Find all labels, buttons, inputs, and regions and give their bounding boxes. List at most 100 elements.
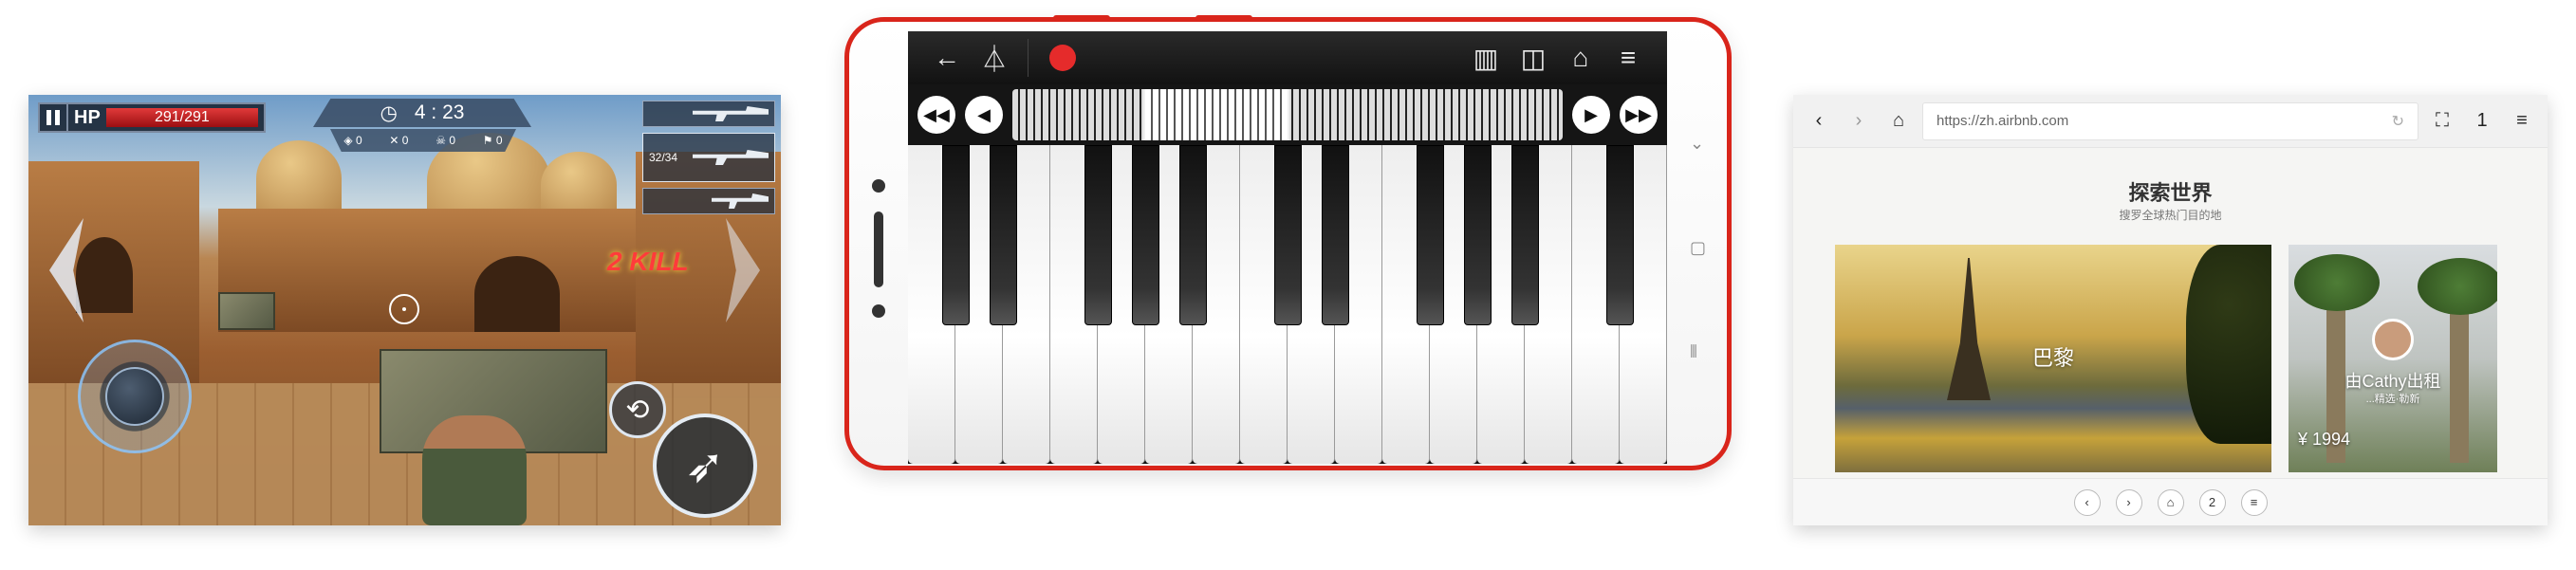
smg-icon	[712, 193, 769, 209]
match-timer: ◷ 4 : 23	[313, 99, 531, 127]
scroll-left-button[interactable]: ◀	[965, 96, 1003, 134]
browser-bottom-bar: ‹ › ⌂ 2 ≡	[1793, 478, 2548, 525]
browser-toolbar: ‹ › ⌂ https://zh.airbnb.com ↻ ⛶ 1 ≡	[1793, 95, 2548, 148]
page-title: 探索世界	[2128, 181, 2213, 205]
skull-icon: ☠ 0	[436, 134, 456, 147]
gem-icon: ◈ 0	[343, 134, 362, 147]
movement-joystick[interactable]	[78, 340, 192, 453]
black-key[interactable]	[1084, 145, 1112, 325]
stat-value: 0	[355, 134, 362, 147]
fire-button[interactable]: ➶	[653, 414, 757, 518]
black-key[interactable]	[1463, 145, 1492, 325]
page-subtitle: 搜罗全球热门目的地	[2119, 209, 2222, 222]
screenshot-stage: HP 291/291 ◷ 4 : 23 ◈ 0 ✕ 0 ☠ 0 ⚑ 0 32/3…	[0, 0, 2576, 570]
back-arrow-icon[interactable]: ‹	[1803, 110, 1835, 132]
hp-value: 291/291	[154, 109, 210, 125]
score-stats: ◈ 0 ✕ 0 ☠ 0 ⚑ 0	[330, 129, 516, 152]
eiffel-tower-image	[1947, 258, 1991, 400]
bottom-tabs-button[interactable]: 2	[2198, 488, 2226, 516]
archway	[76, 237, 133, 313]
timer-value: 4 : 23	[414, 101, 465, 123]
stat-value: 0	[495, 134, 503, 147]
bottom-home-button[interactable]: ⌂	[2157, 488, 2184, 516]
mosque-dome	[256, 140, 342, 216]
black-key[interactable]	[989, 145, 1017, 325]
piano-keyboard	[908, 145, 1667, 464]
scroll-right-button[interactable]: ▶	[1572, 96, 1610, 134]
piano-toolbar: ← ⏃ ▥ ◫ ⌂ ≡	[908, 31, 1667, 84]
black-key[interactable]	[1605, 145, 1634, 325]
nav-hide-icon[interactable]: ⌄	[1690, 134, 1704, 154]
sensor-icon	[872, 304, 885, 318]
black-key[interactable]	[1321, 145, 1349, 325]
black-key[interactable]	[1273, 145, 1302, 325]
joystick-knob[interactable]	[105, 367, 164, 426]
listing-card[interactable]: 由Cathy出租 ...精选·勒新 ¥ 1994	[2289, 245, 2497, 472]
black-key[interactable]	[1510, 145, 1539, 325]
flag-icon: ⚑ 0	[482, 134, 503, 147]
black-key[interactable]	[1178, 145, 1207, 325]
palm-leaves	[2294, 254, 2380, 311]
bottom-back-button[interactable]: ‹	[2073, 488, 2101, 516]
hp-label: HP	[74, 106, 101, 128]
phone-frame: ⌄ ▢ ⦀ ← ⏃ ▥ ◫ ⌂ ≡ ◀◀ ◀ ▶ ▶▶	[844, 15, 1732, 470]
url-text: https://zh.airbnb.com	[1937, 113, 2069, 129]
weapon-slot-1[interactable]	[642, 101, 775, 127]
ammo-count: 32/34	[649, 151, 678, 164]
address-bar[interactable]: https://zh.airbnb.com ↻	[1922, 101, 2418, 140]
host-avatar	[2372, 319, 2414, 360]
back-arrow-icon[interactable]: ←	[923, 43, 971, 73]
qr-scan-icon[interactable]: ⛶	[2426, 110, 2458, 132]
host-name: 由Cathy出租	[2344, 372, 2441, 391]
pause-icon	[55, 110, 60, 125]
palm-leaves	[2418, 258, 2497, 315]
weapon-slot-active[interactable]: 32/34	[642, 133, 775, 182]
game-screen: HP 291/291 ◷ 4 : 23 ◈ 0 ✕ 0 ☠ 0 ⚑ 0 32/3…	[28, 95, 781, 525]
building-wall	[218, 209, 636, 332]
listing-subtitle: ...精选·勒新	[2365, 394, 2420, 405]
metronome-icon[interactable]: ⏃	[971, 39, 1018, 77]
reload-icon[interactable]: ↻	[2392, 112, 2404, 131]
weapon-slot-3[interactable]	[642, 188, 775, 214]
clock-icon: ◷	[380, 101, 398, 124]
nav-home-icon[interactable]: ▢	[1690, 238, 1706, 258]
toolbar-divider	[1028, 39, 1029, 77]
bottom-forward-button[interactable]: ›	[2115, 488, 2142, 516]
keyboard-icon[interactable]: ▥	[1462, 43, 1510, 74]
archway	[474, 256, 560, 332]
black-key[interactable]	[1131, 145, 1159, 325]
menu-icon[interactable]: ≡	[2506, 110, 2538, 132]
split-keys-icon[interactable]: ◫	[1510, 43, 1557, 74]
home-icon[interactable]: ⌂	[1882, 110, 1915, 132]
volume-button	[1053, 15, 1110, 21]
crate	[218, 292, 275, 330]
front-camera-icon	[872, 179, 885, 193]
fast-forward-button[interactable]: ▶▶	[1620, 96, 1658, 134]
black-key[interactable]	[941, 145, 970, 325]
pause-button[interactable]	[40, 104, 68, 131]
pause-icon	[46, 110, 51, 125]
bottom-menu-button[interactable]: ≡	[2240, 488, 2268, 516]
record-button[interactable]	[1049, 45, 1076, 71]
kill-badge: 2 KILL	[607, 247, 689, 276]
weapon-panel: 32/34	[642, 101, 775, 233]
piano-app-screen: ← ⏃ ▥ ◫ ⌂ ≡ ◀◀ ◀ ▶ ▶▶	[908, 31, 1667, 464]
grand-piano-icon[interactable]: ⌂	[1557, 43, 1604, 73]
fast-rewind-button[interactable]: ◀◀	[917, 96, 955, 134]
rifle-icon	[693, 106, 769, 121]
destination-card-paris[interactable]: 巴黎	[1835, 245, 2271, 472]
mini-keyboard-scrollbar[interactable]	[1012, 89, 1563, 140]
crosshair-icon	[389, 294, 419, 324]
browser-window: ‹ › ⌂ https://zh.airbnb.com ↻ ⛶ 1 ≡ 探索世界…	[1793, 95, 2548, 525]
forward-arrow-icon[interactable]: ›	[1843, 110, 1875, 132]
reload-button[interactable]: ⟲	[609, 381, 666, 438]
nav-recents-icon[interactable]: ⦀	[1690, 342, 1697, 362]
stat-value: 0	[401, 134, 409, 147]
black-key[interactable]	[1416, 145, 1444, 325]
earpiece-speaker	[874, 211, 883, 287]
menu-icon[interactable]: ≡	[1604, 43, 1652, 73]
tab-count[interactable]: 1	[2466, 110, 2498, 132]
visible-range-highlight[interactable]	[1145, 89, 1288, 140]
destination-label: 巴黎	[2031, 346, 2074, 370]
power-button	[1195, 15, 1252, 21]
